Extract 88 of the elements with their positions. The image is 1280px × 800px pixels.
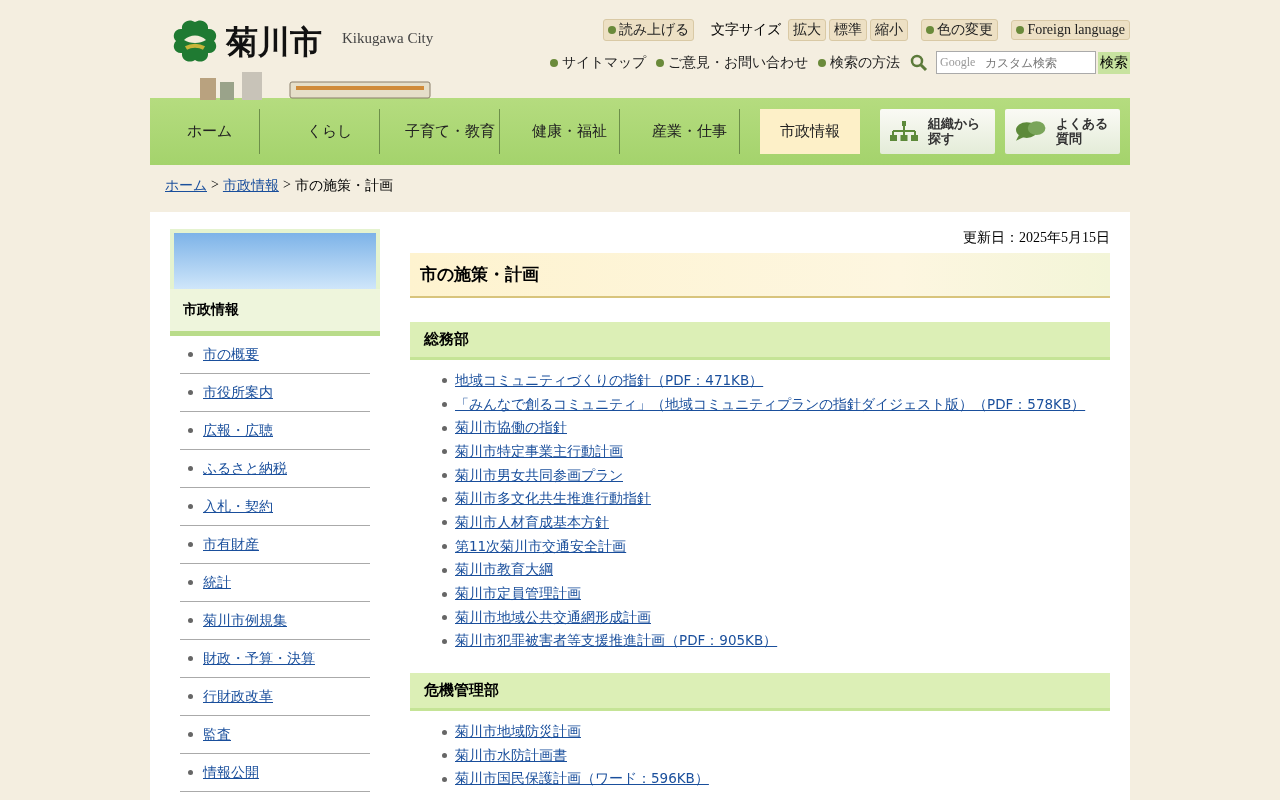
document-link[interactable]: 菊川市水防計画書 [455,746,567,765]
bullet-icon [442,753,447,759]
header-link[interactable]: サイトマップ [550,53,646,72]
document-link[interactable]: 菊川市地域公共交通網形成計画 [455,608,651,627]
document-link[interactable]: 「みんなで創るコミュニティ」（地域コミュニティプランの指針ダイジェスト版）（PDF：578KB） [455,395,1086,414]
bullet-icon [442,729,447,735]
sidebar-link[interactable]: 市の概要 [203,345,259,364]
breadcrumb-separator: > [211,177,219,194]
section-heading: 総務部 [410,322,1110,360]
header-tool-button[interactable]: 読み上げる [603,19,695,41]
bullet-icon [442,638,447,644]
bullet-icon [442,496,447,502]
bullet-icon [442,591,447,597]
header-link[interactable]: ご意見・お問い合わせ [656,53,808,72]
bullet-icon [188,466,193,471]
nav-icon-button[interactable]: 組織から探す [880,109,995,154]
bullet-icon [442,520,447,526]
header-link[interactable]: 検索の方法 [818,53,900,72]
document-link[interactable]: 菊川市人材育成基本方針 [455,513,609,532]
document-link[interactable]: 菊川市特定事業主行動計画 [455,442,623,461]
bullet-icon [442,567,447,573]
bullet-icon [188,542,193,547]
bullet-icon [442,615,447,621]
city-logo-text: 菊川市 [226,22,322,63]
updated-date: 更新日：2025年5月15日 [962,229,1110,247]
font-size-label: 文字サイズ [711,21,782,39]
sidebar-link[interactable]: 市役所案内 [203,383,273,402]
breadcrumb-link[interactable]: 市政情報 [222,177,279,199]
sidebar-link[interactable]: 菊川市例規集 [203,611,287,630]
header-tool-button[interactable]: Foreign language [1011,20,1130,40]
page-title: 市の施策・計画 [410,253,1110,298]
document-link[interactable]: 菊川市国民保護計画（ワード：596KB） [455,770,709,789]
nav-tab[interactable]: ホーム [160,109,260,154]
document-link[interactable]: 菊川市協働の指針 [455,419,567,438]
bullet-icon [442,473,447,479]
search-brand-text: Google [940,55,976,70]
bullet-icon [442,776,447,782]
section-heading: 危機管理部 [410,673,1110,712]
sidebar-link[interactable]: 行財政改革 [203,687,273,706]
bullet-icon [188,656,193,661]
document-link[interactable]: 菊川市多文化共生推進行動指針 [455,490,651,509]
document-link[interactable]: 菊川市地域防災計画 [455,723,581,742]
font-size-button[interactable]: 標準 [829,19,868,41]
document-link[interactable]: 菊川市犯罪被害者等支援推進計画（PDF：905KB） [455,632,778,651]
sidebar-link[interactable]: ふるさと納税 [203,459,287,478]
org-chart-icon [890,120,918,143]
sidebar-link[interactable]: 広報・広聴 [203,421,273,440]
document-link[interactable]: 菊川市定員管理計画 [455,585,581,604]
sidebar-link[interactable]: 市有財産 [203,535,259,554]
document-link[interactable]: 菊川市男女共同参画プラン [455,466,623,485]
bullet-icon [442,449,447,455]
sidebar-link[interactable]: 財政・予算・決算 [203,649,315,668]
search-icon [910,53,928,72]
nav-tab[interactable]: 市政情報 [760,109,860,154]
nav-icon-button[interactable]: よくある質問 [1005,109,1120,154]
bullet-icon [442,544,447,550]
nav-tab[interactable]: 産業・仕事 [640,109,740,154]
nav-tab[interactable]: 子育て・教育 [400,109,500,154]
bullet-icon [188,732,193,737]
font-size-button[interactable]: 縮小 [870,19,909,41]
breadcrumb-current: 市の施策・計画 [294,177,393,195]
bullet-icon [188,580,193,585]
bullet-icon [188,694,193,699]
bullet-icon [442,378,447,384]
document-link[interactable]: 菊川市教育大綱 [455,561,553,580]
sidebar-link[interactable]: 入札・契約 [203,497,273,516]
bullet-icon [188,352,193,357]
sidebar-link[interactable]: 監査 [203,725,231,744]
sidebar-link[interactable]: 情報公開 [203,763,259,782]
city-name-subtitle: Kikugawa City [342,30,434,47]
breadcrumb-link[interactable]: ホーム [165,177,207,199]
bullet-icon [188,390,193,395]
nav-tab[interactable]: 健康・福祉 [520,109,620,154]
sidebar-title: 市政情報 [170,289,380,336]
search-button[interactable]: 検索 [1098,51,1130,74]
breadcrumb-separator: > [282,177,291,194]
sidebar-link[interactable]: 統計 [203,573,231,592]
document-link[interactable]: 第11次菊川市交通安全計画 [455,537,627,556]
bullet-icon [188,504,193,509]
bullet-icon [188,618,193,623]
bullet-icon [188,770,193,775]
document-link[interactable]: 地域コミュニティづくりの指針（PDF：471KB） [455,371,764,390]
font-size-button[interactable]: 拡大 [788,19,827,41]
bullet-icon [442,402,447,408]
nav-tab[interactable]: くらし [280,109,380,154]
header-tool-button[interactable]: 色の変更 [921,19,999,41]
bullet-icon [188,428,193,433]
bullet-icon [442,425,447,431]
